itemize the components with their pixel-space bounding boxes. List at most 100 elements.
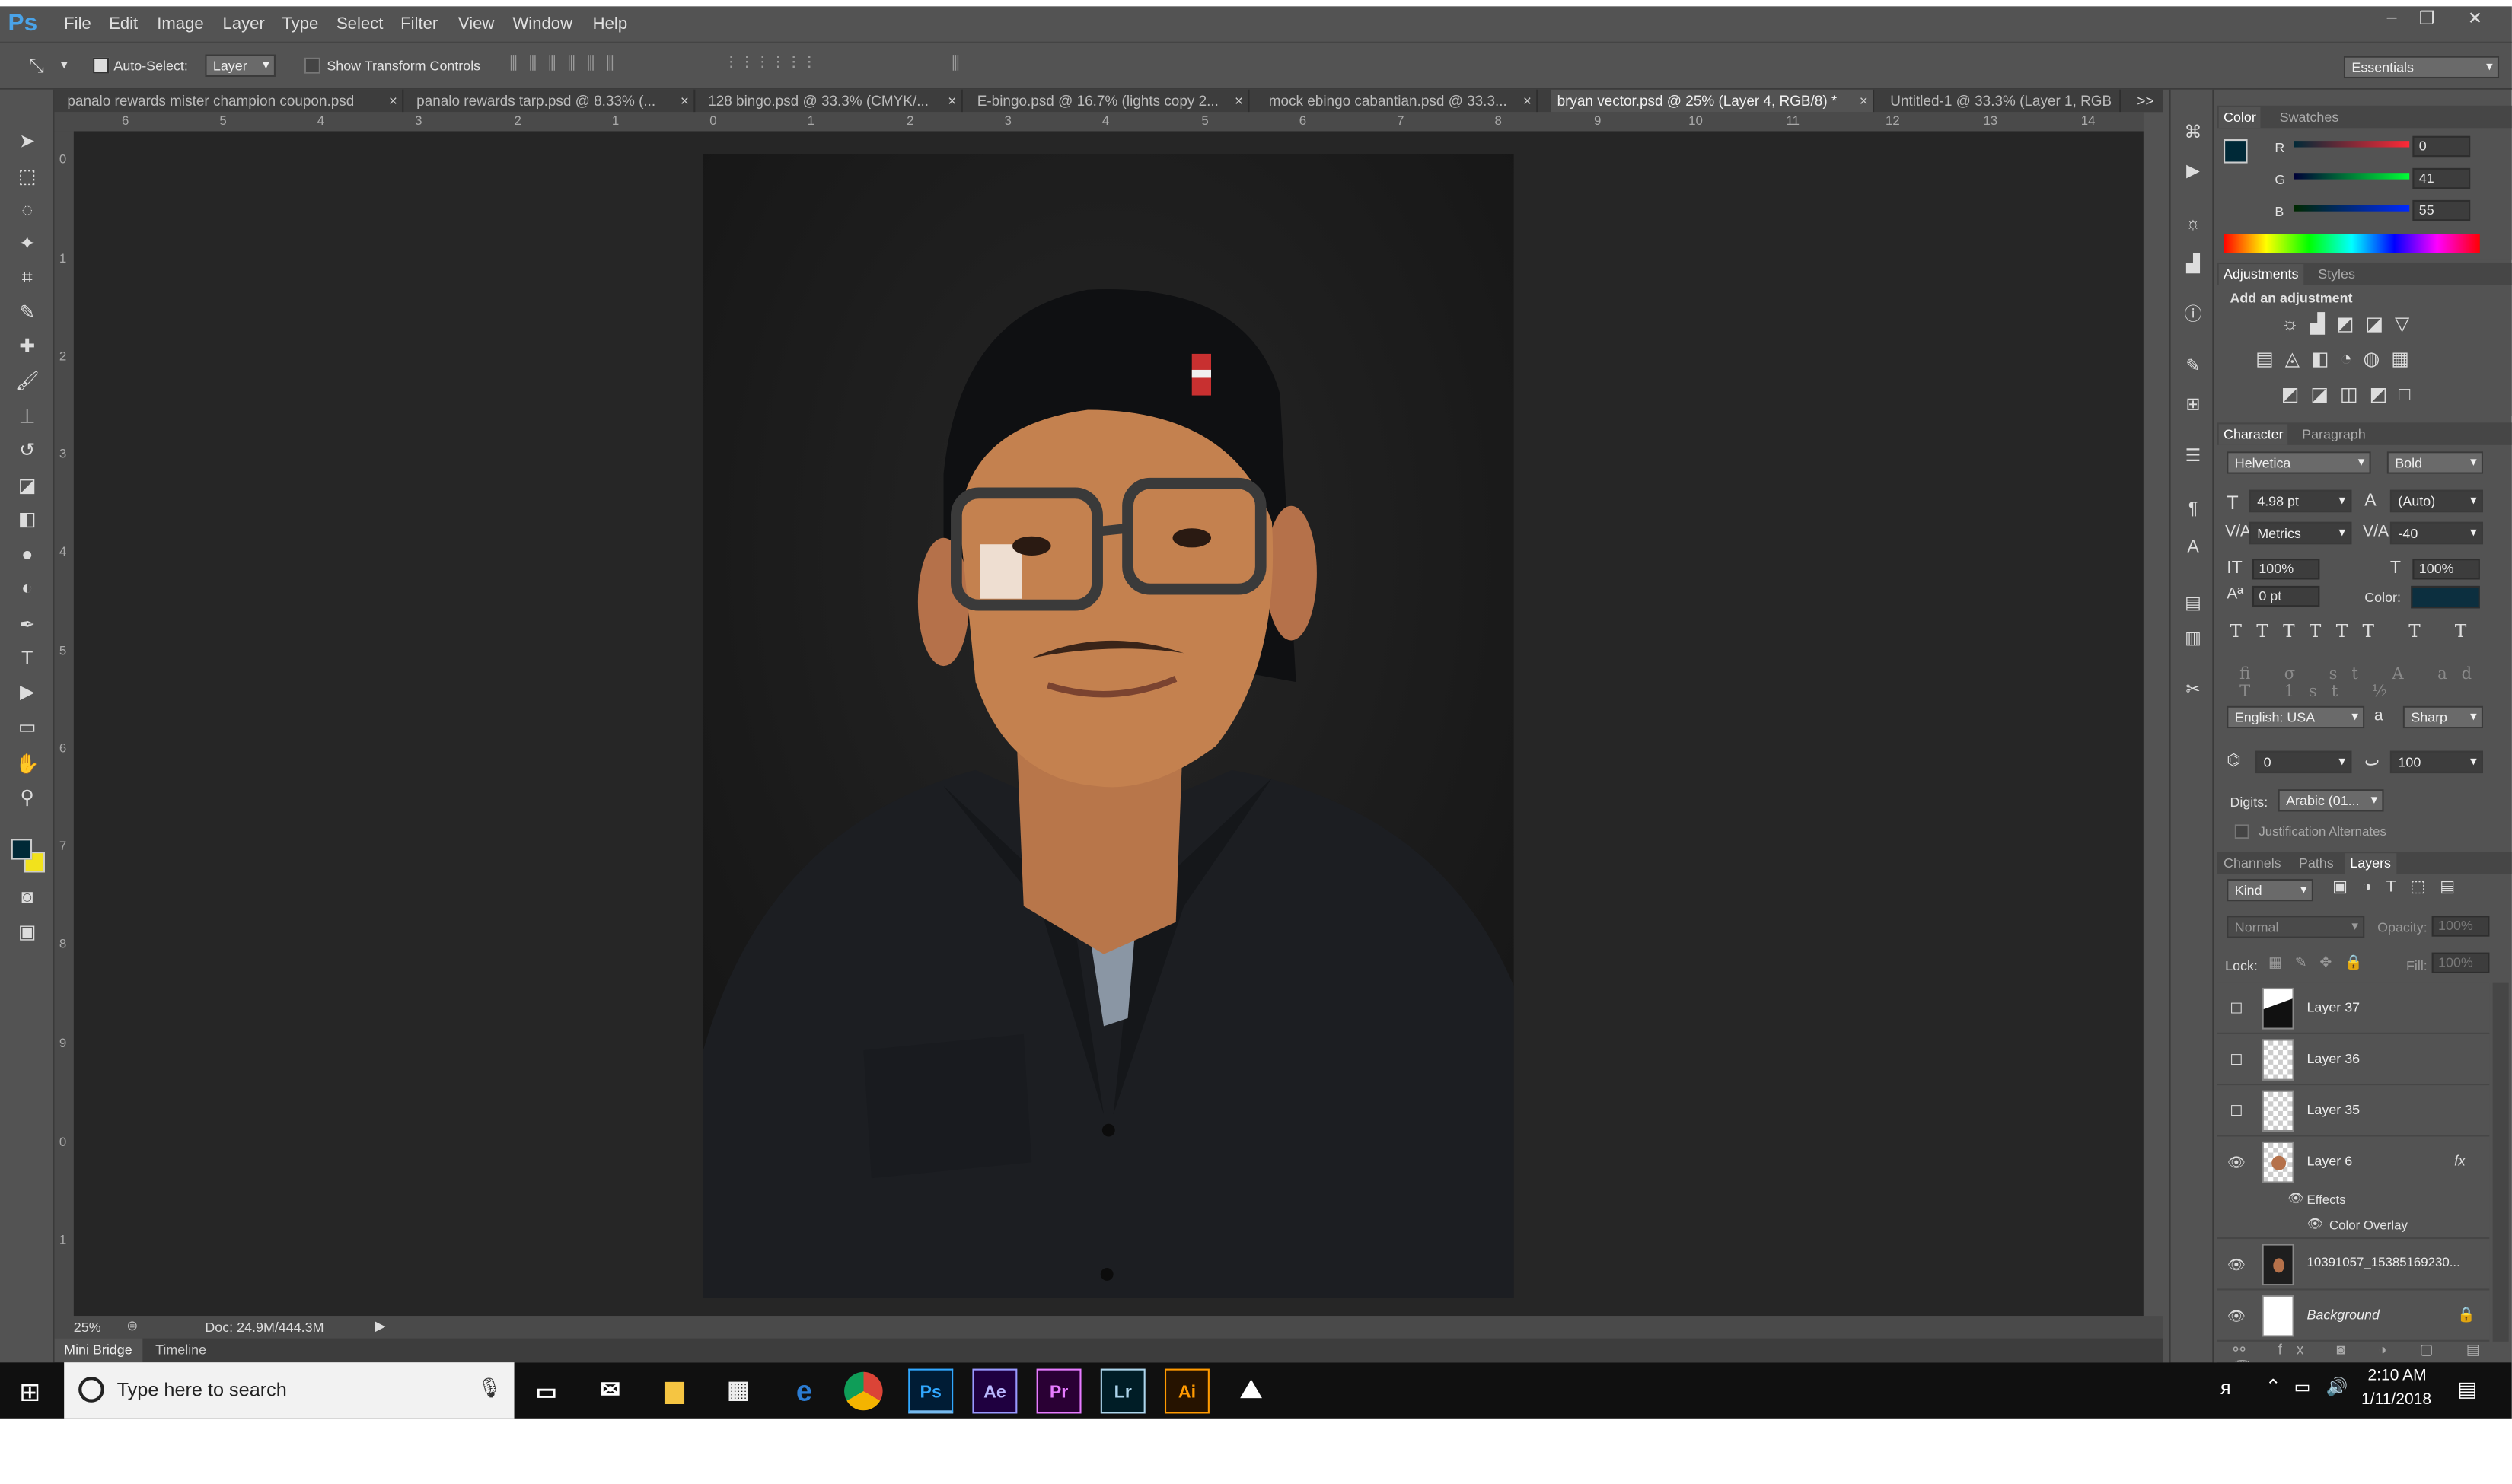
close-tab-icon[interactable]: × bbox=[1523, 90, 1532, 112]
fill-input[interactable]: 100% bbox=[2431, 952, 2490, 973]
color-overlay-eye-icon[interactable]: 👁 bbox=[2306, 1217, 2322, 1231]
visibility-toggle[interactable]: ☐ bbox=[2225, 1049, 2247, 1071]
tab-color[interactable]: Color bbox=[2218, 107, 2262, 129]
adjustment-icons-row-1[interactable]: ☼▟◩◪▽ bbox=[2281, 312, 2421, 334]
color-spectrum-bar[interactable] bbox=[2224, 234, 2480, 253]
pen-tool-icon[interactable]: ✒ bbox=[14, 612, 40, 638]
hand-tool-icon[interactable]: ✋ bbox=[14, 751, 40, 777]
close-tab-icon[interactable]: × bbox=[389, 90, 397, 112]
auto-select-dropdown[interactable]: Layer bbox=[205, 54, 276, 77]
tool-presets-icon[interactable]: ✂ bbox=[2180, 679, 2206, 701]
notes-icon[interactable]: ▤ bbox=[2180, 592, 2206, 614]
tab-adjustments[interactable]: Adjustments bbox=[2218, 264, 2303, 285]
lasso-tool-icon[interactable]: ◌ bbox=[14, 197, 40, 223]
layer-row[interactable]: ☐ Layer 37 bbox=[2217, 982, 2490, 1034]
effects-eye-icon[interactable]: 👁 bbox=[2287, 1191, 2303, 1205]
microphone-icon[interactable]: 🎙 bbox=[477, 1377, 502, 1399]
tab-mini-bridge[interactable]: Mini Bridge bbox=[54, 1338, 142, 1363]
taskbar-search-box[interactable]: Type here to search 🎙 bbox=[64, 1362, 515, 1419]
align-icons[interactable]: ⫼⫼⫼⫼⫼⫼ bbox=[509, 55, 625, 75]
workspace-dropdown[interactable]: Essentials bbox=[2343, 56, 2500, 79]
menu-help[interactable]: Help bbox=[593, 14, 627, 33]
status-info-icon[interactable]: ⊜ bbox=[126, 1317, 138, 1335]
close-tab-icon[interactable]: × bbox=[948, 90, 956, 112]
eye-icon[interactable]: 👁 bbox=[2225, 1304, 2247, 1326]
adjustment-icons-row-3[interactable]: ◩◪◫◩□ bbox=[2281, 383, 2421, 405]
layer-row[interactable]: ☐ Layer 35 bbox=[2217, 1085, 2490, 1137]
close-tab-icon[interactable]: × bbox=[1235, 90, 1243, 112]
menu-filter[interactable]: Filter bbox=[400, 14, 438, 33]
windows-start-icon[interactable]: ⊞ bbox=[19, 1377, 40, 1409]
tab-styles[interactable]: Styles bbox=[2313, 264, 2360, 285]
notification-icon[interactable]: ▤ bbox=[2457, 1377, 2477, 1403]
blend-mode-dropdown[interactable]: Normal bbox=[2227, 916, 2365, 938]
quick-mask-icon[interactable]: ◙ bbox=[14, 884, 40, 909]
premiere-taskbar-icon[interactable]: Pr bbox=[1036, 1368, 1082, 1414]
distribute-icons[interactable]: ⫶⫶⫶⫶⫶⫶ bbox=[729, 55, 823, 75]
tab-timeline[interactable]: Timeline bbox=[155, 1342, 206, 1358]
brightness-icon[interactable]: ☼ bbox=[2180, 215, 2206, 237]
tracking-input[interactable]: -40 bbox=[2389, 521, 2483, 545]
fx-icon[interactable]: fx bbox=[2454, 1153, 2466, 1169]
paint-bucket-tool-icon[interactable]: ◧ bbox=[14, 506, 40, 532]
close-tab-icon[interactable]: × bbox=[681, 90, 689, 112]
menu-select[interactable]: Select bbox=[336, 14, 383, 33]
show-hidden-icons-chevron-icon[interactable]: ⌃ bbox=[2265, 1375, 2281, 1397]
layer-row[interactable]: 👁 Background 🔒 bbox=[2217, 1290, 2490, 1342]
history-icon[interactable]: ⌘ bbox=[2180, 122, 2206, 144]
move-tool-icon[interactable]: ➤ bbox=[14, 128, 40, 154]
move-tool-icon[interactable]: ⤡ bbox=[29, 55, 44, 79]
opacity-input[interactable]: 100% bbox=[2431, 916, 2490, 937]
edge-icon[interactable]: e bbox=[782, 1369, 827, 1414]
channel-g-slider[interactable] bbox=[2294, 173, 2410, 180]
doc-tab[interactable]: E-bingo.psd @ 16.7% (lights copy 2... × bbox=[971, 89, 1250, 113]
glyphs-icon[interactable]: ▥ bbox=[2180, 628, 2206, 650]
dodge-tool-icon[interactable]: ◐ bbox=[14, 575, 40, 600]
layer-row[interactable]: 👁 10391057_15385169230... bbox=[2217, 1239, 2490, 1291]
doc-tab[interactable]: Untitled-1 @ 33.3% (Layer 1, RGB bbox=[1884, 89, 2121, 113]
doc-tab[interactable]: panalo rewards mister champion coupon.ps… bbox=[61, 89, 404, 113]
doc-tab-active[interactable]: bryan vector.psd @ 25% (Layer 4, RGB/8) … bbox=[1551, 89, 1875, 113]
properties-icon[interactable]: ☰ bbox=[2180, 445, 2206, 467]
close-tab-icon[interactable]: × bbox=[1860, 90, 1868, 112]
foreground-color-chip[interactable] bbox=[2224, 139, 2248, 164]
auto-align-icon[interactable]: ⫼ bbox=[952, 55, 960, 75]
people-icon[interactable]: ᴙ bbox=[2220, 1377, 2231, 1399]
character-styles-icon[interactable]: A bbox=[2180, 538, 2206, 560]
doc-tab[interactable]: 128 bingo.psd @ 33.3% (CMYK/... × bbox=[702, 89, 963, 113]
digits-dropdown[interactable]: Arabic (01... bbox=[2278, 789, 2384, 812]
channel-r-slider[interactable] bbox=[2294, 141, 2410, 148]
vertical-scale-input[interactable]: 100% bbox=[2252, 559, 2320, 580]
kerning-input[interactable]: Metrics bbox=[2249, 521, 2352, 545]
tsume-input[interactable]: 0 bbox=[2255, 750, 2352, 774]
after-effects-taskbar-icon[interactable]: Ae bbox=[972, 1368, 1018, 1414]
tab-paths[interactable]: Paths bbox=[2294, 853, 2338, 874]
close-icon[interactable]: ✕ bbox=[2461, 8, 2490, 34]
font-family-dropdown[interactable]: Helvetica bbox=[2227, 451, 2371, 474]
transform-controls-checkbox[interactable] bbox=[304, 57, 320, 74]
marquee-tool-icon[interactable]: ⬚ bbox=[14, 164, 40, 189]
font-size-input[interactable]: 4.98 pt bbox=[2249, 489, 2352, 513]
channel-b-input[interactable]: 55 bbox=[2412, 199, 2471, 221]
channel-g-input[interactable]: 41 bbox=[2412, 167, 2471, 189]
text-color-swatch[interactable] bbox=[2411, 585, 2480, 609]
opentype-buttons[interactable]: ﬁ σ st A ad T 1st ½ bbox=[2239, 666, 2512, 701]
eye-icon[interactable]: 👁 bbox=[2225, 1253, 2247, 1275]
menu-edit[interactable]: Edit bbox=[109, 14, 138, 33]
blur-tool-icon[interactable]: ● bbox=[14, 541, 40, 567]
clock-time[interactable]: 2:10 AM bbox=[2367, 1367, 2426, 1384]
screen-mode-icon[interactable]: ▣ bbox=[14, 919, 40, 944]
tab-swatches[interactable]: Swatches bbox=[2275, 107, 2343, 128]
task-view-icon[interactable]: ▭ bbox=[524, 1369, 569, 1414]
tab-paragraph[interactable]: Paragraph bbox=[2297, 424, 2370, 444]
tab-channels[interactable]: Channels bbox=[2219, 853, 2286, 874]
crop-tool-icon[interactable]: ⌗ bbox=[14, 264, 40, 290]
layer-row[interactable]: 👁 Layer 6 fx 👁 Effects 👁 Color Overlay bbox=[2217, 1136, 2490, 1240]
file-explorer-icon[interactable]: ▆ bbox=[652, 1369, 697, 1414]
eye-icon[interactable]: 👁 bbox=[2225, 1151, 2247, 1173]
brush-tool-icon[interactable]: 🖌 bbox=[14, 368, 40, 394]
layer-filter-kind-dropdown[interactable]: Kind bbox=[2227, 878, 2313, 902]
levels-icon[interactable]: ▟ bbox=[2180, 253, 2206, 275]
path-selection-tool-icon[interactable]: ▶ bbox=[14, 679, 40, 705]
menu-layer[interactable]: Layer bbox=[223, 14, 265, 33]
